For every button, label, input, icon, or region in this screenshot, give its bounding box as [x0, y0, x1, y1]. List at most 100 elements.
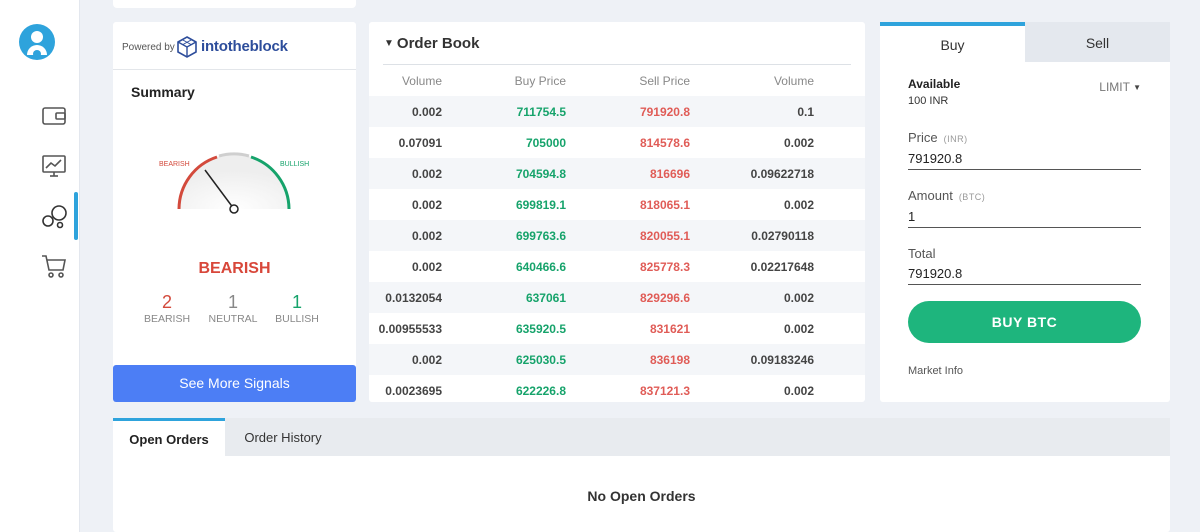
buy-volume: 0.002: [411, 167, 442, 181]
sell-price: 837121.3: [639, 384, 690, 398]
see-more-signals-button[interactable]: See More Signals: [113, 365, 356, 402]
buy-price: 637061: [525, 291, 566, 305]
sell-price: 814578.6: [639, 136, 690, 150]
buy-price: 640466.6: [515, 260, 566, 274]
buy-price: 711754.5: [516, 105, 566, 119]
bullish-count: 1: [291, 292, 302, 312]
tab-buy[interactable]: Buy: [880, 22, 1025, 62]
buy-volume: 0.00955533: [378, 322, 442, 336]
order-type-dropdown[interactable]: LIMIT ▼: [1099, 80, 1141, 94]
buy-volume: 0.07091: [398, 136, 442, 150]
header-sell-price: Sell Price: [639, 74, 690, 88]
amount-unit: (BTC): [958, 192, 986, 202]
order-book-card: ▼ Order Book Volume Buy Price Sell Price …: [369, 22, 865, 402]
order-row[interactable]: 0.002 699763.6 820055.1 0.02790118: [369, 220, 865, 251]
buy-price: 699819.1: [515, 198, 566, 212]
bearish-count-label: BEARISH: [143, 313, 191, 325]
divider: [383, 64, 851, 65]
order-row[interactable]: 0.00955533 635920.5 831621 0.002: [369, 313, 865, 344]
divider: [113, 69, 356, 70]
order-row[interactable]: 0.002 711754.5 791920.8 0.1: [369, 96, 865, 127]
tab-open-orders[interactable]: Open Orders: [113, 418, 225, 456]
buy-volume: 0.002: [411, 105, 442, 119]
buy-volume: 0.002: [411, 198, 442, 212]
header-buy-price: Buy Price: [514, 74, 566, 88]
order-row[interactable]: 0.002 625030.5 836198 0.09183246: [369, 344, 865, 375]
active-nav-indicator: [74, 192, 78, 240]
cube-icon: [177, 36, 197, 58]
sidebar: [0, 0, 80, 532]
tab-order-history[interactable]: Order History: [225, 418, 341, 456]
empty-orders-message: No Open Orders: [587, 488, 696, 504]
price-label-text: Price: [908, 130, 938, 145]
order-book-title[interactable]: ▼ Order Book: [384, 35, 479, 52]
buy-volume: 0.002: [411, 353, 442, 367]
amount-label: Amount (BTC): [908, 188, 985, 203]
powered-by-label: Powered by: [122, 42, 175, 53]
buy-price: 622226.8: [515, 384, 566, 398]
buy-volume: 0.0132054: [385, 291, 442, 305]
bearish-count: 2: [161, 292, 172, 312]
amount-input[interactable]: [908, 206, 1141, 228]
gauge-bullish-label: BULLISH: [280, 161, 310, 168]
neutral-count: 1: [227, 292, 238, 312]
price-input[interactable]: [908, 148, 1141, 170]
chart-monitor-icon[interactable]: [40, 152, 68, 180]
buy-btc-button[interactable]: BUY BTC: [908, 301, 1141, 343]
price-label: Price (INR): [908, 130, 968, 145]
buy-price: 625030.5: [515, 353, 566, 367]
sell-price: 831621: [649, 322, 690, 336]
sell-price: 829296.6: [639, 291, 690, 305]
order-row[interactable]: 0.07091 705000 814578.6 0.002: [369, 127, 865, 158]
app-logo[interactable]: [19, 24, 55, 60]
total-input[interactable]: [908, 263, 1141, 285]
trade-card: Buy Sell Available 100 INR LIMIT ▼ Price…: [880, 22, 1170, 402]
buy-volume: 0.002: [411, 229, 442, 243]
sentiment-gauge: [177, 152, 291, 214]
sell-price: 820055.1: [639, 229, 690, 243]
sell-price: 791920.8: [639, 105, 690, 119]
brand-name: intotheblock: [201, 38, 288, 55]
market-info-link[interactable]: Market Info: [908, 365, 963, 377]
top-strip: [113, 0, 356, 8]
buy-price: 705000: [525, 136, 566, 150]
sell-volume: 0.02790118: [751, 229, 814, 243]
caret-down-icon: ▼: [1133, 83, 1141, 92]
buy-price: 635920.5: [515, 322, 566, 336]
order-row[interactable]: 0.0132054 637061 829296.6 0.002: [369, 282, 865, 313]
order-book-rows: 0.002 711754.5 791920.8 0.1 0.07091 705000 81…: [369, 96, 865, 406]
order-row[interactable]: 0.002 704594.8 816696 0.09622718: [369, 158, 865, 189]
sell-volume: 0.002: [783, 198, 814, 212]
price-unit: (INR): [943, 134, 968, 144]
gauge-bearish-label: BEARISH: [159, 161, 190, 168]
sell-volume: 0.002: [783, 322, 814, 336]
header-volume-buy: Volume: [401, 74, 442, 88]
header-volume-sell: Volume: [773, 74, 814, 88]
sell-volume: 0.002: [783, 136, 814, 150]
bubbles-icon[interactable]: [40, 202, 68, 230]
neutral-count-label: NEUTRAL: [208, 313, 258, 325]
intotheblock-logo[interactable]: intotheblock: [176, 35, 288, 58]
order-row[interactable]: 0.0023695 622226.8 837121.3 0.002: [369, 375, 865, 406]
orders-tab-bar: Open Orders Order History: [113, 418, 1170, 456]
tab-sell[interactable]: Sell: [1025, 22, 1170, 62]
sell-price: 825778.3: [639, 260, 690, 274]
wallet-icon[interactable]: [40, 102, 68, 130]
buy-price: 699763.6: [515, 229, 566, 243]
sell-price: 836198: [649, 353, 690, 367]
order-row[interactable]: 0.002 640466.6 825778.3 0.02217648: [369, 251, 865, 282]
summary-title: Summary: [131, 84, 195, 100]
orders-card: Open Orders Order History No Open Orders: [113, 418, 1170, 532]
buy-volume: 0.0023695: [385, 384, 442, 398]
order-row[interactable]: 0.002 699819.1 818065.1 0.002: [369, 189, 865, 220]
caret-down-icon: ▼: [384, 38, 394, 49]
sell-volume: 0.09183246: [750, 353, 814, 367]
sentiment-verdict: BEARISH: [198, 260, 271, 277]
order-book-title-text: Order Book: [396, 35, 480, 52]
bullish-count-label: BULLISH: [275, 313, 319, 325]
available-balance: 100 INR: [908, 95, 949, 107]
amount-label-text: Amount: [908, 188, 953, 203]
available-label: Available: [908, 77, 961, 91]
cart-icon[interactable]: [40, 252, 68, 280]
sell-volume: 0.02217648: [750, 260, 814, 274]
